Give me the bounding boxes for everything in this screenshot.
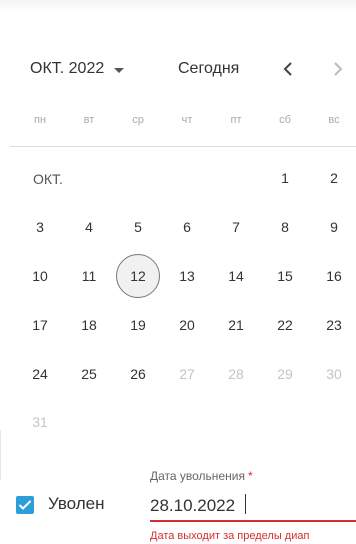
calendar-day[interactable]: 19 (116, 303, 160, 347)
month-label: ОКТ. (33, 171, 63, 187)
calendar-day[interactable]: 9 (312, 205, 356, 249)
weekday-mon: пн (33, 114, 47, 126)
calendar-day[interactable]: 8 (263, 205, 307, 249)
weekday-fri: пт (230, 114, 242, 126)
next-month-button[interactable] (326, 54, 350, 84)
weekday-tue: вт (83, 114, 95, 126)
calendar-day[interactable]: 2 (312, 156, 356, 200)
calendar-day[interactable]: 17 (18, 303, 62, 347)
calendar-day[interactable]: 30 (312, 352, 356, 396)
calendar-day[interactable]: 11 (67, 254, 111, 298)
dismissed-checkbox[interactable] (16, 496, 34, 514)
calendar-day[interactable]: 21 (214, 303, 258, 347)
dismissal-date-label-text: Дата увольнения (150, 469, 245, 483)
month-year-label: ОКТ. 2022 (30, 60, 105, 77)
weekday-sun: вс (328, 114, 340, 126)
prev-month-button[interactable] (276, 54, 300, 84)
calendar-day[interactable]: 31 (18, 400, 62, 444)
calendar-day[interactable]: 18 (67, 303, 111, 347)
chevron-right-icon (334, 62, 343, 76)
top-strip (0, 0, 356, 12)
weekday-thu: чт (181, 114, 193, 126)
calendar-day[interactable]: 24 (18, 352, 62, 396)
weekday-wed: ср (132, 114, 144, 126)
calendar-day[interactable]: 23 (312, 303, 356, 347)
calendar-day[interactable]: 16 (312, 254, 356, 298)
text-cursor (245, 494, 246, 514)
calendar-header: ОКТ. 2022 Сегодня (0, 54, 356, 84)
required-mark: * (247, 469, 253, 483)
calendar-day[interactable]: 28 (214, 352, 258, 396)
weekday-sat: сб (279, 114, 291, 126)
calendar-day[interactable]: 14 (214, 254, 258, 298)
dismissed-label: Уволен (48, 494, 105, 513)
date-error-message: Дата выходит за пределы диап (150, 530, 310, 542)
calendar-day[interactable]: 1 (263, 156, 307, 200)
calendar-day[interactable]: 5 (116, 205, 160, 249)
calendar-day[interactable]: 6 (165, 205, 209, 249)
calendar-day[interactable]: 20 (165, 303, 209, 347)
chevron-left-icon (283, 62, 292, 76)
chevron-down-icon (114, 67, 125, 73)
calendar-day[interactable]: 22 (263, 303, 307, 347)
calendar-day[interactable]: 15 (263, 254, 307, 298)
calendar-day[interactable]: 4 (67, 205, 111, 249)
calendar-day[interactable]: 13 (165, 254, 209, 298)
calendar-divider (10, 146, 356, 147)
calendar-day[interactable]: 7 (214, 205, 258, 249)
calendar-day[interactable]: 27 (165, 352, 209, 396)
calendar-day[interactable]: 3 (18, 205, 62, 249)
month-year-select[interactable]: ОКТ. 2022 (30, 58, 125, 80)
calendar-day[interactable]: 26 (116, 352, 160, 396)
dismissal-date-label: Дата увольнения * (150, 469, 253, 483)
calendar-day[interactable]: 25 (67, 352, 111, 396)
checkmark-icon (18, 500, 32, 510)
calendar-day[interactable]: 10 (18, 254, 62, 298)
today-button[interactable]: Сегодня (178, 58, 239, 80)
input-error-underline (150, 520, 356, 522)
dismissal-date-input[interactable] (150, 494, 356, 518)
weekday-header: пн вт ср чт пт сб вс (16, 114, 356, 134)
calendar-day[interactable]: 29 (263, 352, 307, 396)
calendar-day-selected[interactable]: 12 (116, 254, 160, 298)
left-edge-line (0, 430, 1, 480)
